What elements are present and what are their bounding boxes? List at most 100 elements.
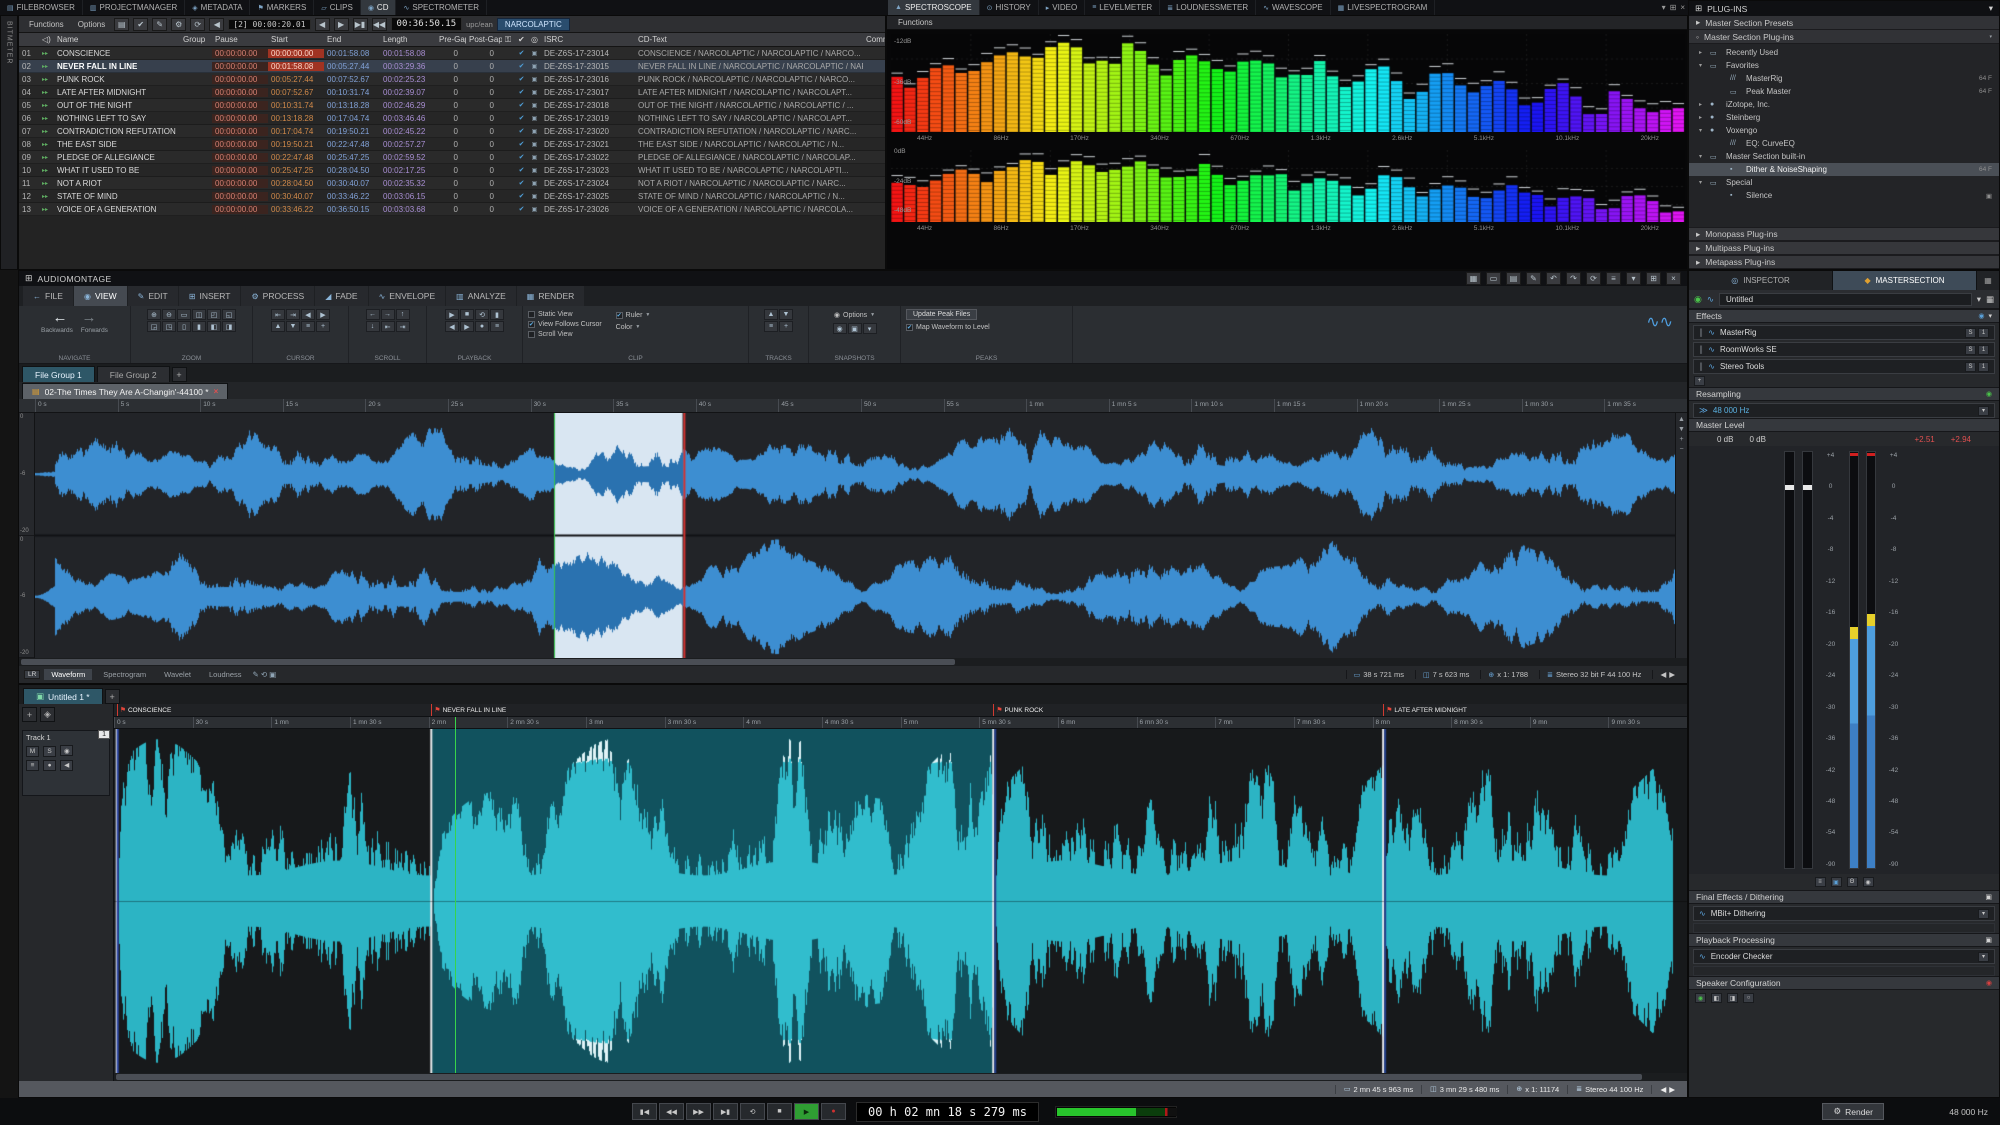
window-control-icon[interactable]: × [1680, 3, 1685, 12]
title-toolbar-icon[interactable]: ▭ [1486, 272, 1501, 285]
cd-track-row[interactable]: 02 ▸▸ NEVER FALL IN LINE 00:00:00.00 00:… [19, 60, 885, 73]
ribbon-tab[interactable]: ◢ FADE [315, 286, 368, 306]
view-mode-option[interactable]: ✔ View Follows Cursor [528, 319, 602, 329]
section-options-icon[interactable]: ▣ [1985, 893, 1992, 901]
tool-window-tab[interactable]: ◈ METADATA [185, 0, 251, 15]
title-toolbar-icon[interactable]: × [1666, 272, 1681, 285]
zoom-icon[interactable]: ▭ [177, 309, 191, 320]
tool-window-tab[interactable]: ▤ FILEBROWSER [0, 0, 83, 15]
cursor-icon[interactable]: ≡ [301, 321, 315, 332]
encoder-checker-slot[interactable]: ∿ Encoder Checker ▾ [1693, 949, 1995, 964]
cursor-icon[interactable]: ⇤ [271, 309, 285, 320]
zoom-icon[interactable]: ⊕ [147, 309, 161, 320]
window-control-icon[interactable]: ⊞ [1670, 3, 1677, 12]
cursor-icon[interactable]: ⇥ [286, 309, 300, 320]
montage-time-ruler[interactable]: 0 s 30 s1 mn 1 mn 30 s2 mn 2 mn 30 s3 mn 3 m… [114, 717, 1687, 729]
chevron-down-icon[interactable]: ▾ [1978, 908, 1989, 919]
tool-window-tab[interactable]: ▱ CLIPS [314, 0, 361, 15]
ribbon-tab[interactable]: ∿ ENVELOPE [368, 286, 446, 306]
cursor-icon[interactable]: + [316, 321, 330, 332]
meter-window-tab[interactable]: ▦ LIVESPECTROGRAM [1331, 0, 1436, 15]
docked-tool-tab[interactable]: BITMETER [0, 15, 18, 270]
tracks-icon[interactable]: + [779, 321, 793, 332]
resampling-slot[interactable]: ≫ 48 000 Hz ▾ [1693, 403, 1995, 418]
cd-track-marker[interactable]: ⚑ NEVER FALL IN LINE [434, 706, 506, 715]
scroll-icon[interactable]: ↓ [365, 321, 380, 332]
zoom-icon[interactable]: ◳ [162, 321, 176, 332]
zoom-icon[interactable]: ◨ [222, 321, 236, 332]
plugin-tree-item[interactable]: /// EQ: CurveEQ [1689, 137, 1999, 150]
tool-window-tab[interactable]: ◉ CD [360, 0, 397, 15]
footer-tools-icon[interactable]: ✎ ⟲ ▣ [253, 670, 277, 679]
plugin-tree-item[interactable]: ▾ ▭ Special [1689, 176, 1999, 189]
scroll-icon[interactable]: ⇥ [395, 321, 410, 332]
dithering-slot[interactable]: ∿ MBit+ Dithering ▾ [1693, 906, 1995, 921]
playback-section-header[interactable]: Playback Processing ▣ [1689, 933, 1999, 947]
cd-toolbar-icon[interactable]: ✎ [152, 17, 168, 31]
preset-menu-icon[interactable]: ▾ [1977, 294, 1981, 305]
wave-view-tab[interactable]: Spectrogram [96, 669, 153, 680]
plugin-tree-item[interactable]: ▾ ● Voxengo [1689, 124, 1999, 137]
scrollbar-thumb[interactable] [21, 659, 956, 665]
zoom-in-icon[interactable]: + [1679, 436, 1683, 443]
menu-item[interactable]: Functions [24, 19, 69, 30]
title-toolbar-icon[interactable]: ▾ [1626, 272, 1641, 285]
meter-window-tab[interactable]: ≡ LEVELMETER [1085, 0, 1161, 15]
close-icon[interactable]: × [214, 387, 219, 396]
effect-slot[interactable]: ∥ ∿ Stereo Tools S 1 [1693, 359, 1995, 374]
playback-icon[interactable]: ■ [460, 309, 474, 320]
scroll-icon[interactable]: ⇤ [380, 321, 395, 332]
document-tab[interactable]: ▤ 02-The Times They Are A-Changin'-44100… [22, 383, 229, 399]
link-faders-icon[interactable]: ≡ [1814, 877, 1826, 887]
speaker-section-header[interactable]: Speaker Configuration ◉ [1689, 976, 1999, 990]
mute-button[interactable]: M [26, 745, 39, 757]
scroll-icon[interactable]: ← [365, 309, 380, 320]
master-level-section-header[interactable]: Master Level [1689, 418, 1999, 432]
file-group-tab[interactable]: File Group 1 [22, 366, 95, 382]
meter-window-tab[interactable]: ▲ SPECTROSCOPE [888, 0, 980, 15]
preset-slot-button[interactable]: 1 [1978, 327, 1989, 338]
zoom-icon[interactable]: ⊖ [162, 309, 176, 320]
fader-handle[interactable] [1784, 485, 1794, 491]
plugin-group-row[interactable]: ▸ Metapass Plug-ins [1689, 255, 1999, 269]
cd-track-row[interactable]: 12 ▸▸ STATE OF MIND 00:00:00.00 00:30:40… [19, 190, 885, 203]
preset-grid-icon[interactable]: ▦ [1986, 294, 1994, 305]
cd-track-row[interactable]: 03 ▸▸ PUNK ROCK 00:00:00.00 00:05:27.44 … [19, 73, 885, 86]
ribbon-tab[interactable]: ◉ VIEW [73, 286, 127, 306]
plugin-tree-item[interactable]: ▸ ▭ Recently Used [1689, 46, 1999, 59]
scroll-up-icon[interactable]: ▲ [1678, 416, 1685, 423]
time-ruler[interactable]: 0 s5 s 10 s 15 s 20 s 25 s 30 s 35 s 40 s 45 s 50… [19, 399, 1687, 413]
zoom-icon[interactable]: ▮ [192, 321, 206, 332]
track-routing-icon[interactable]: ◀ [60, 759, 74, 771]
preset-slot-button[interactable]: 1 [1978, 344, 1989, 355]
status-nav-icons[interactable]: ◀ ▶ [1652, 670, 1682, 679]
plugin-tree-item[interactable]: ▪ Dither & NoiseShaping 64 F [1689, 163, 1999, 176]
menu-item[interactable]: Functions [893, 17, 938, 28]
marker-lane[interactable]: ⚑ CONSCIENCE ⚑ NEVER FALL IN LINE ⚑ PUNK ROCK… [114, 704, 1687, 717]
solo-effect-button[interactable]: S [1965, 361, 1976, 372]
effect-slot[interactable]: ∥ ∿ RoomWorks SE S 1 [1693, 342, 1995, 357]
power-icon[interactable]: ◉ [1695, 993, 1706, 1003]
track-enabled-checkbox[interactable]: ✔ [515, 205, 528, 213]
add-track-button[interactable]: + [22, 707, 37, 722]
cd-track-row[interactable]: 13 ▸▸ VOICE OF A GENERATION 00:00:00.00 … [19, 203, 885, 216]
transport-button[interactable]: ◀◀ [659, 1103, 684, 1120]
fader-right[interactable] [1801, 451, 1813, 869]
cd-track-row[interactable]: 01 ▸▸ CONSCIENCE 00:00:00.00 00:00:00.00… [19, 47, 885, 60]
plugin-tree-item[interactable]: ▾ ▭ Master Section built-in [1689, 150, 1999, 163]
clip-indicator[interactable] [1866, 453, 1875, 456]
status-nav-icons[interactable]: ◀ ▶ [1651, 1084, 1683, 1094]
plugin-tree-item[interactable]: ▾ ▭ Favorites [1689, 59, 1999, 72]
plugin-group-row[interactable]: ▸ Monopass Plug-ins [1689, 227, 1999, 241]
cd-track-marker[interactable]: ⚑ CONSCIENCE [120, 706, 172, 715]
solo-effect-button[interactable]: S [1965, 327, 1976, 338]
track-enabled-checkbox[interactable]: ✔ [515, 179, 528, 187]
render-button[interactable]: ⚙ Render [1822, 1103, 1884, 1120]
mono-icon[interactable]: ◉ [1862, 877, 1874, 887]
zoom-icon[interactable]: ▯ [177, 321, 191, 332]
chevron-down-icon[interactable]: ▾ [1978, 951, 1989, 962]
color-dropdown[interactable]: Color ▼ [616, 321, 651, 333]
title-toolbar-icon[interactable]: ⟳ [1586, 272, 1601, 285]
speaker-a-icon[interactable]: ◧ [1711, 993, 1722, 1003]
add-montage-tab-button[interactable]: + [104, 689, 120, 704]
